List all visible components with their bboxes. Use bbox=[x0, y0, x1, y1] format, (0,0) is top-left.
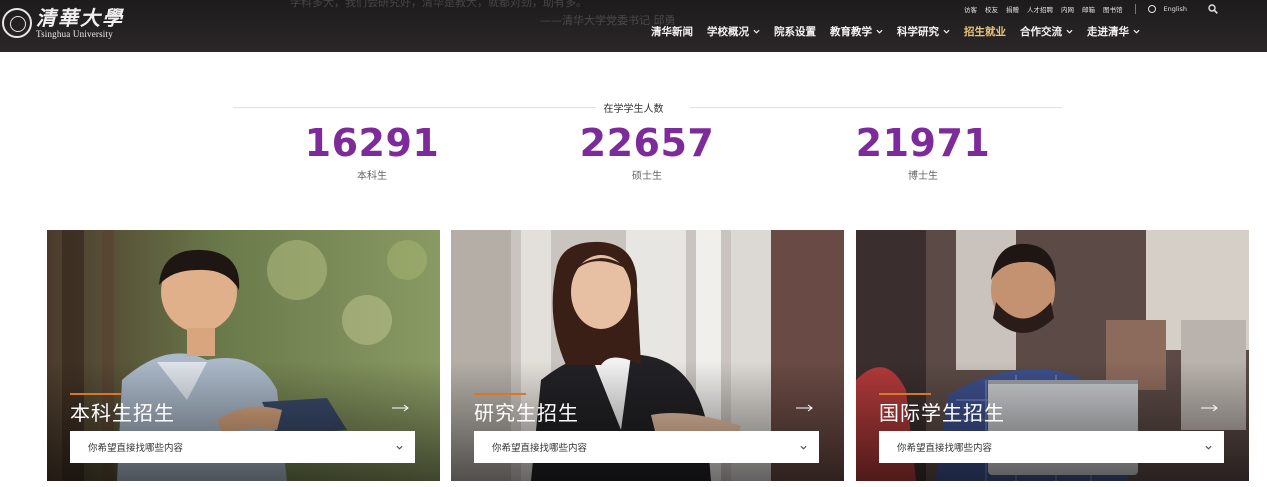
title-accent-line bbox=[474, 393, 526, 395]
nav-label: 合作交流 bbox=[1020, 26, 1062, 38]
nav-item-explore[interactable]: 走进清华 bbox=[1087, 24, 1140, 39]
stat-value: 16291 bbox=[304, 121, 440, 165]
nav-label: 清华新闻 bbox=[651, 26, 693, 38]
utility-links: 访客 校友 捐赠 人才招聘 内网 邮箱 图书馆 English bbox=[964, 4, 1217, 14]
arrow-right-icon[interactable] bbox=[392, 404, 410, 412]
chevron-down-icon bbox=[1205, 445, 1212, 450]
nav-label: 招生就业 bbox=[964, 26, 1006, 38]
nav-item-cooperation[interactable]: 合作交流 bbox=[1020, 24, 1073, 39]
nav-label: 走进清华 bbox=[1087, 26, 1129, 38]
chevron-down-icon bbox=[943, 29, 950, 34]
utility-link-intranet[interactable]: 内网 bbox=[1061, 4, 1074, 14]
card-undergraduate-admissions[interactable]: 本科生招生 你希望直接找哪些内容 bbox=[47, 230, 440, 481]
quick-find-dropdown[interactable]: 你希望直接找哪些内容 bbox=[474, 431, 819, 463]
nav-label: 学校概况 bbox=[707, 26, 749, 38]
card-title: 研究生招生 bbox=[474, 401, 579, 425]
stat-label: 博士生 bbox=[908, 171, 938, 182]
stat-master: 22657 硕士生 bbox=[567, 121, 727, 182]
quick-find-dropdown[interactable]: 你希望直接找哪些内容 bbox=[879, 431, 1224, 463]
stat-value: 21971 bbox=[855, 121, 991, 165]
chevron-down-icon bbox=[753, 29, 760, 34]
card-title: 国际学生招生 bbox=[879, 401, 1005, 425]
stat-undergraduate: 16291 本科生 bbox=[292, 121, 452, 182]
chevron-down-icon bbox=[1133, 29, 1140, 34]
nav-label: 科学研究 bbox=[897, 26, 939, 38]
chevron-down-icon bbox=[396, 445, 403, 450]
dropdown-placeholder: 你希望直接找哪些内容 bbox=[88, 443, 184, 454]
stat-doctoral: 21971 博士生 bbox=[843, 121, 1003, 182]
arrow-right-icon[interactable] bbox=[1201, 404, 1219, 412]
background-quote: 学科多大，我们会研究好，清华是教大，就都对劲，助有多。 bbox=[290, 0, 587, 9]
nav-label: 院系设置 bbox=[774, 26, 816, 38]
divider bbox=[1134, 4, 1136, 14]
logo-chinese-name: 清華大學 bbox=[36, 6, 124, 30]
seal-icon bbox=[2, 8, 32, 38]
dropdown-placeholder: 你希望直接找哪些内容 bbox=[492, 443, 588, 454]
utility-link-donate[interactable]: 捐赠 bbox=[1006, 4, 1019, 14]
chevron-down-icon bbox=[876, 29, 883, 34]
stat-value: 22657 bbox=[579, 121, 715, 165]
nav-item-about[interactable]: 学校概况 bbox=[707, 24, 760, 39]
utility-link-mail[interactable]: 邮箱 bbox=[1082, 4, 1095, 14]
chevron-down-icon bbox=[1066, 29, 1073, 34]
nav-item-departments[interactable]: 院系设置 bbox=[774, 24, 816, 39]
stat-label: 本科生 bbox=[357, 171, 387, 182]
stats-heading: 在学学生人数 bbox=[0, 100, 1267, 115]
nav-item-education[interactable]: 教育教学 bbox=[830, 24, 883, 39]
university-logo[interactable]: 清華大學 Tsinghua University bbox=[0, 7, 124, 39]
utility-link-library[interactable]: 图书馆 bbox=[1103, 4, 1123, 14]
site-header: 学科多大，我们会研究好，清华是教大，就都对劲，助有多。 ——清华大学党委书记 邱… bbox=[0, 0, 1267, 52]
stat-label: 硕士生 bbox=[632, 171, 662, 182]
stats-heading-text: 在学学生人数 bbox=[595, 104, 672, 115]
title-accent-line bbox=[70, 393, 122, 395]
utility-link-alumni[interactable]: 校友 bbox=[985, 4, 998, 14]
main-nav: 清华新闻 学校概况 院系设置 教育教学 科学研究 招生就业 合作交流 走进清华 bbox=[651, 24, 1154, 39]
card-title: 本科生招生 bbox=[70, 401, 175, 425]
dropdown-placeholder: 你希望直接找哪些内容 bbox=[897, 443, 993, 454]
nav-item-research[interactable]: 科学研究 bbox=[897, 24, 950, 39]
card-international-admissions[interactable]: 国际学生招生 你希望直接找哪些内容 bbox=[856, 230, 1249, 481]
nav-label: 教育教学 bbox=[830, 26, 872, 38]
globe-icon bbox=[1147, 5, 1156, 13]
chevron-down-icon bbox=[800, 445, 807, 450]
utility-link-jobs[interactable]: 人才招聘 bbox=[1027, 4, 1053, 14]
nav-item-news[interactable]: 清华新闻 bbox=[651, 24, 693, 39]
card-graduate-admissions[interactable]: 研究生招生 你希望直接找哪些内容 bbox=[451, 230, 844, 481]
language-link[interactable]: English bbox=[1164, 5, 1187, 13]
title-accent-line bbox=[879, 393, 931, 395]
search-icon[interactable] bbox=[1208, 4, 1218, 14]
utility-link-visitor[interactable]: 访客 bbox=[964, 4, 977, 14]
nav-item-admissions[interactable]: 招生就业 bbox=[964, 24, 1006, 39]
arrow-right-icon[interactable] bbox=[796, 404, 814, 412]
logo-english-name: Tsinghua University bbox=[36, 29, 113, 39]
quick-find-dropdown[interactable]: 你希望直接找哪些内容 bbox=[70, 431, 415, 463]
